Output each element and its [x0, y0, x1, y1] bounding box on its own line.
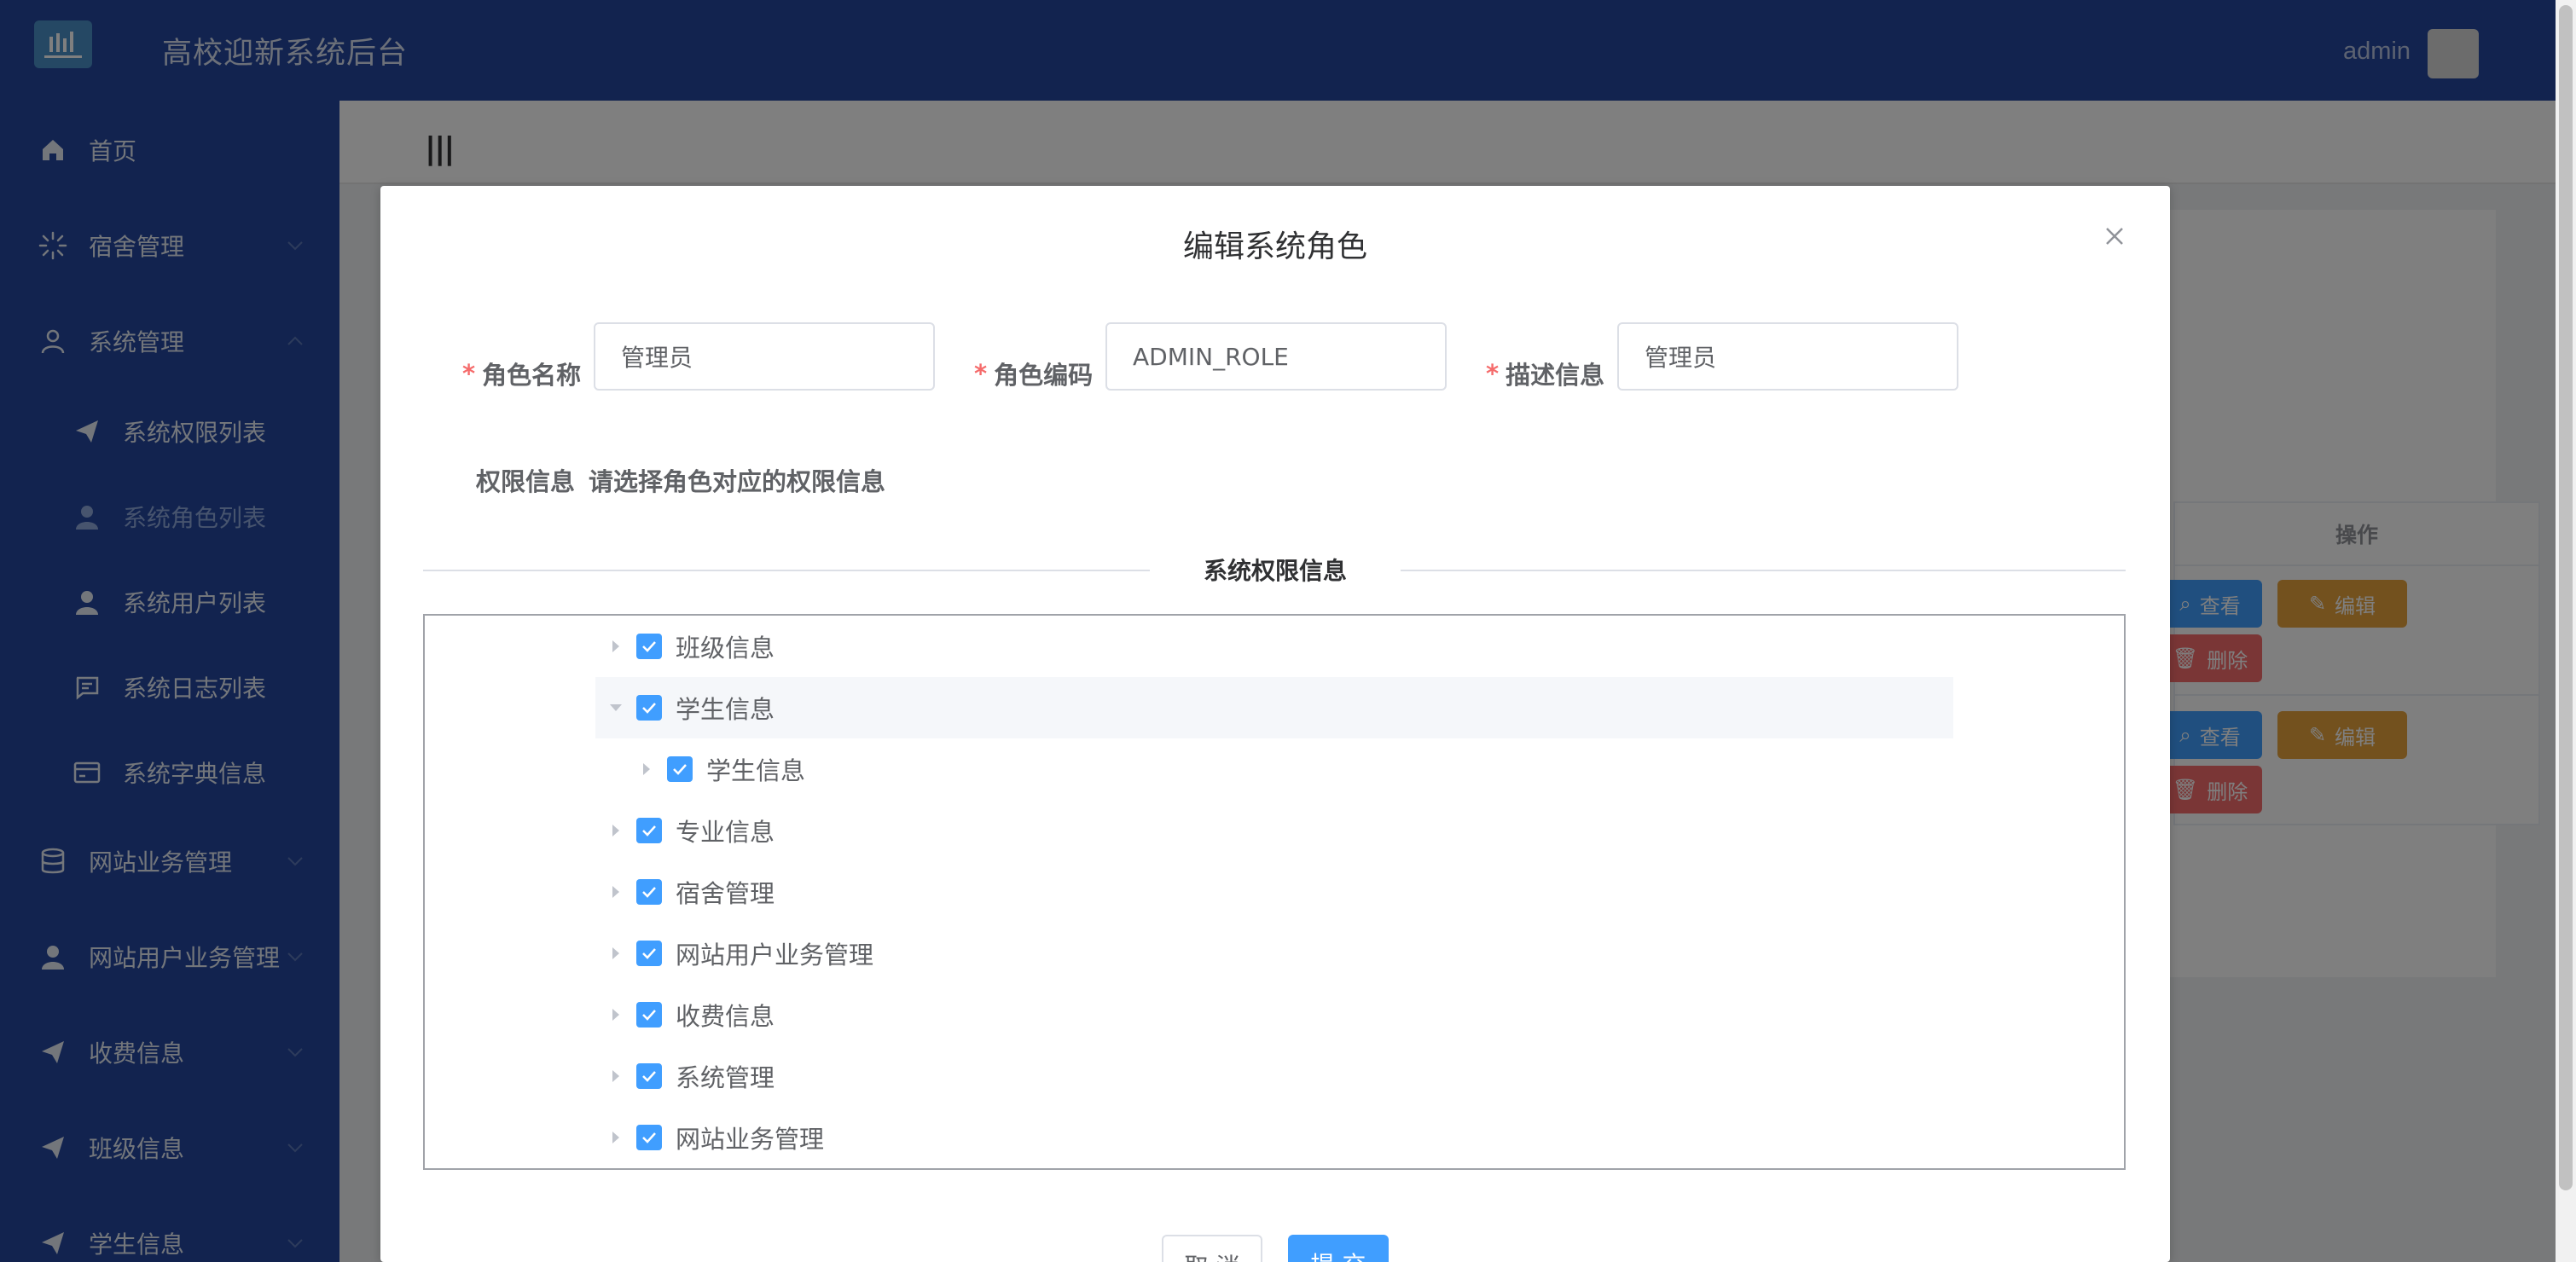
role-code-value: ADMIN_ROLE	[1133, 342, 1289, 371]
caret-down-icon[interactable]	[606, 698, 626, 718]
checkbox-checked[interactable]	[636, 1063, 662, 1089]
tree-node-label: 宿舍管理	[676, 879, 775, 908]
edit-role-dialog: 编辑系统角色 * 角色名称 管理员 * 角色编码 ADMIN_ROLE * 描述…	[380, 186, 2170, 1262]
tree-node[interactable]: 班级信息	[595, 616, 1953, 677]
tree-node[interactable]: 学生信息	[595, 738, 1953, 800]
checkbox-checked[interactable]	[636, 1125, 662, 1150]
required-mark: *	[462, 359, 476, 388]
caret-right-icon[interactable]	[606, 943, 626, 964]
permission-hint: 请选择角色对应的权限信息	[589, 467, 886, 496]
role-name-label: * 角色名称	[462, 339, 581, 408]
tree-node[interactable]: 学生信息	[595, 677, 1953, 738]
caret-right-icon[interactable]	[606, 882, 626, 902]
scrollbar-thumb[interactable]	[2559, 5, 2573, 1190]
tree-node-label: 学生信息	[706, 756, 806, 785]
tree-node[interactable]: 网站用户业务管理	[595, 923, 1953, 984]
required-mark: *	[1486, 359, 1500, 388]
tree-node-label: 专业信息	[676, 818, 775, 847]
role-name-value: 管理员	[621, 344, 693, 372]
checkbox-checked[interactable]	[667, 756, 693, 782]
caret-right-icon[interactable]	[606, 636, 626, 657]
caret-right-icon[interactable]	[606, 1127, 626, 1148]
tree-node[interactable]: 系统管理	[595, 1045, 1953, 1107]
cancel-button[interactable]: 取 消	[1162, 1235, 1262, 1262]
required-mark: *	[974, 359, 988, 388]
caret-right-icon[interactable]	[606, 1066, 626, 1086]
close-icon[interactable]	[2102, 223, 2127, 249]
tree-node[interactable]: 网站业务管理	[595, 1107, 1953, 1168]
tree-node-label: 网站业务管理	[676, 1125, 825, 1154]
checkbox-checked[interactable]	[636, 695, 662, 721]
role-code-label: * 角色编码	[974, 339, 1093, 408]
caret-right-icon[interactable]	[606, 820, 626, 841]
dialog-title: 编辑系统角色	[1182, 229, 1367, 264]
caret-right-icon[interactable]	[606, 1004, 626, 1025]
submit-button[interactable]: 提 交	[1288, 1235, 1389, 1262]
description-label: * 描述信息	[1486, 339, 1604, 408]
role-name-label-text: 角色名称	[482, 361, 582, 390]
permission-tree: 班级信息 学生信息 学生信息 专业信息 宿舍管理 网站用户业务管理 收费信息 系统管理 网站业务…	[423, 614, 2126, 1170]
checkbox-checked[interactable]	[636, 818, 662, 843]
tree-node-label: 系统管理	[676, 1063, 775, 1092]
tree-node-label: 网站用户业务管理	[676, 941, 874, 970]
tree-node-label: 班级信息	[676, 634, 775, 663]
role-name-input[interactable]: 管理员	[594, 322, 935, 391]
divider-title: 系统权限信息	[1203, 557, 1347, 585]
cancel-button-label: 取 消	[1185, 1248, 1240, 1262]
tree-node[interactable]: 收费信息	[595, 984, 1953, 1045]
tree-node[interactable]: 宿舍管理	[595, 861, 1953, 923]
checkbox-checked[interactable]	[636, 634, 662, 659]
tree-node-label: 学生信息	[676, 695, 775, 724]
submit-button-label: 提 交	[1311, 1247, 1366, 1262]
permission-label: 权限信息	[476, 467, 576, 496]
role-code-input[interactable]: ADMIN_ROLE	[1105, 322, 1447, 391]
app-root: 高校迎新系统后台 admin 首页 宿舍管理	[0, 0, 2576, 1262]
description-value: 管理员	[1645, 344, 1717, 372]
checkbox-checked[interactable]	[636, 941, 662, 966]
description-input[interactable]: 管理员	[1617, 322, 1958, 391]
caret-right-icon[interactable]	[636, 759, 657, 779]
description-label-text: 描述信息	[1506, 361, 1605, 390]
page-scrollbar[interactable]	[2556, 0, 2576, 1262]
role-code-label-text: 角色编码	[994, 361, 1094, 390]
checkbox-checked[interactable]	[636, 879, 662, 905]
tree-node[interactable]: 专业信息	[595, 800, 1953, 861]
checkbox-checked[interactable]	[636, 1002, 662, 1028]
tree-node-label: 收费信息	[676, 1002, 775, 1031]
